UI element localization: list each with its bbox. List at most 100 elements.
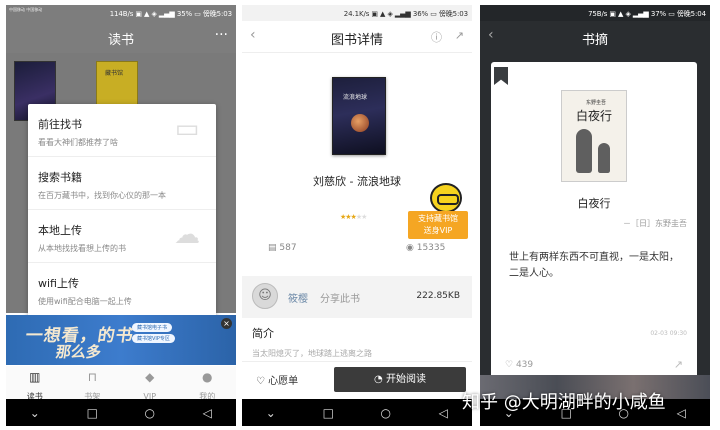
book-author: －［日］东野圭吾 bbox=[623, 219, 687, 228]
menu-item-wifi-upload[interactable]: wifi上传 使用wifi配合电脑一起上传 bbox=[28, 263, 216, 316]
sharer-row[interactable]: ☺ 筱樱 分享此书 222.85KB bbox=[242, 276, 472, 318]
excerpt-quote: 世上有两样东西不可直视，一是太阳，二是人心。 bbox=[509, 252, 679, 279]
system-navigation-bar: ⌄ □ ○ ◁ bbox=[6, 399, 236, 426]
top-bar: ‹ 书摘 bbox=[480, 21, 710, 53]
book-cover: 东野圭吾 白夜行 bbox=[561, 90, 627, 182]
carrier-label: 中国移动 中国移动 bbox=[9, 7, 43, 12]
network-speed: 114B/s bbox=[109, 10, 134, 18]
file-size: 222.85KB bbox=[416, 291, 460, 301]
menu-item-subtitle: 看看大神们都推荐了啥 bbox=[38, 138, 118, 147]
clock: 傍晚5:03 bbox=[438, 10, 468, 18]
start-reading-button[interactable]: ◔ 开始阅读 bbox=[334, 367, 466, 392]
vip-line-1: 支持藏书馆 bbox=[418, 214, 458, 223]
mascot-icon bbox=[430, 183, 462, 213]
vip-line-2: 送身VIP bbox=[423, 226, 453, 235]
wishlist-button[interactable]: ♡ 心愿单 bbox=[256, 372, 298, 387]
promo-tag: 藏书馆电子书 bbox=[132, 323, 173, 332]
read-icon: ◔ bbox=[374, 374, 383, 385]
book-detail-screen: 24.1K/s ▣ ▲ ◈ ▂▄▆ 36% ▭ 傍晚5:03 ‹ 图书详情 ⓘ … bbox=[242, 5, 472, 426]
promo-subheadline: 那么多 bbox=[54, 343, 103, 361]
vip-promo-badge[interactable]: 支持藏书馆 送身VIP bbox=[408, 211, 468, 239]
views-count: ◉ 15335 bbox=[406, 243, 445, 253]
menu-item-local-upload[interactable]: 本地上传 从本地找找看想上传的书 ☁ bbox=[28, 210, 216, 263]
tab-profile[interactable]: ● 我的 bbox=[179, 366, 237, 401]
tab-vip[interactable]: ◆ VIP bbox=[121, 366, 179, 401]
menu-item-subtitle: 从本地找找看想上传的书 bbox=[38, 244, 126, 253]
battery-level: 36% bbox=[412, 10, 429, 18]
heart-icon: ♡ bbox=[505, 360, 514, 370]
intro-heading: 简介 bbox=[252, 327, 274, 340]
views-value: 15335 bbox=[416, 243, 446, 253]
avatar: ☺ bbox=[252, 283, 278, 309]
comment-icon: ▤ bbox=[268, 243, 277, 253]
top-bar: 读书 ··· bbox=[6, 21, 236, 53]
planet-illustration bbox=[351, 114, 369, 132]
network-speed: 75B/s bbox=[588, 10, 608, 18]
back-icon[interactable]: ◁ bbox=[428, 406, 458, 420]
status-bar: 75B/s ▣ ▲ ◈ ▂▄▆ 37% ▭ 傍晚5:04 bbox=[480, 5, 710, 21]
share-icon[interactable]: ↗ bbox=[455, 29, 464, 42]
page-title: 书摘 bbox=[581, 33, 608, 48]
cloud-upload-icon: ☁ bbox=[174, 220, 200, 250]
home-icon[interactable]: ○ bbox=[135, 406, 165, 420]
diamond-icon: ◆ bbox=[145, 370, 155, 384]
bookshelf-icon: ⊓ bbox=[87, 370, 97, 384]
excerpt-card: 东野圭吾 白夜行 白夜行 －［日］东野圭吾 世上有两样东西不可直视，一是太阳，二… bbox=[491, 62, 697, 382]
like-button[interactable]: ♡ 439 bbox=[505, 360, 533, 370]
more-options-icon[interactable]: ··· bbox=[215, 27, 228, 43]
action-bar: ♡ 心愿单 ◔ 开始阅读 bbox=[242, 361, 472, 399]
book-excerpt-screen: 75B/s ▣ ▲ ◈ ▂▄▆ 37% ▭ 傍晚5:04 ‹ 书摘 东野圭吾 白… bbox=[480, 5, 710, 426]
share-action: 分享此书 bbox=[320, 294, 360, 305]
tab-bookshelf[interactable]: ⊓ 书架 bbox=[64, 366, 122, 401]
menu-item-title: wifi上传 bbox=[38, 277, 79, 290]
recent-apps-icon[interactable]: □ bbox=[313, 406, 343, 420]
eye-icon: ◉ bbox=[406, 243, 414, 253]
intro-text: 当太阳熄灭了，地球踏上逃离之路 bbox=[252, 349, 372, 358]
tab-reading[interactable]: ▥ 读书 bbox=[6, 366, 64, 401]
menu-item-title: 本地上传 bbox=[38, 224, 82, 237]
system-navigation-bar: ⌄ □ ○ ◁ bbox=[242, 399, 472, 426]
top-bar: ‹ 图书详情 ⓘ ↗ bbox=[242, 21, 472, 53]
likes-count: 439 bbox=[515, 360, 534, 370]
status-bar: 24.1K/s ▣ ▲ ◈ ▂▄▆ 36% ▭ 傍晚5:03 bbox=[242, 5, 472, 21]
menu-item-subtitle: 在百万藏书中，找到你心仪的那一本 bbox=[38, 191, 166, 200]
info-icon[interactable]: ⓘ bbox=[431, 29, 442, 45]
watermark-text: 知乎 @大明湖畔的小咸鱼 bbox=[462, 392, 666, 413]
clock: 傍晚5:04 bbox=[676, 10, 706, 18]
menu-item-search-books[interactable]: 搜索书籍 在百万藏书中，找到你心仪的那一本 bbox=[28, 157, 216, 210]
status-bar: 中国移动 中国移动 114B/s ▣ ▲ ◈ ▂▄▆ 35% ▭ 傍晚5:03 bbox=[6, 5, 236, 21]
share-icon[interactable]: ↗ bbox=[674, 358, 683, 371]
status-right: 114B/s ▣ ▲ ◈ ▂▄▆ 35% ▭ 傍晚5:03 bbox=[109, 10, 232, 18]
screenshot-collage: 中国移动 中国移动 114B/s ▣ ▲ ◈ ▂▄▆ 35% ▭ 傍晚5:03 … bbox=[0, 0, 720, 430]
back-icon[interactable]: ◁ bbox=[666, 406, 696, 420]
rating-stars: ★★★★★ bbox=[340, 213, 367, 221]
page-title: 读书 bbox=[107, 33, 134, 48]
wishlist-label: 心愿单 bbox=[268, 376, 299, 387]
sharer-name: 筱樱 bbox=[288, 294, 308, 305]
status-right: 24.1K/s ▣ ▲ ◈ ▂▄▆ 36% ▭ 傍晚5:03 bbox=[343, 10, 468, 18]
promo-tag: 藏书馆VIP专区 bbox=[132, 334, 175, 343]
browse-icon: ▭ bbox=[174, 114, 200, 144]
add-book-menu: 前往找书 看看大神们都推荐了啥 ▭ 搜索书籍 在百万藏书中，找到你心仪的那一本 … bbox=[28, 104, 216, 319]
comments-value: 587 bbox=[279, 243, 297, 253]
network-speed: 24.1K/s bbox=[343, 10, 370, 18]
battery-level: 35% bbox=[176, 10, 193, 18]
promo-banner[interactable]: 一想看，的书 那么多 藏书馆电子书 藏书馆VIP专区 × bbox=[6, 315, 236, 365]
comments-count[interactable]: ▤ 587 bbox=[268, 243, 297, 253]
reading-home-screen: 中国移动 中国移动 114B/s ▣ ▲ ◈ ▂▄▆ 35% ▭ 傍晚5:03 … bbox=[6, 5, 236, 426]
recent-apps-icon[interactable]: □ bbox=[77, 406, 107, 420]
figure-illustration bbox=[576, 129, 592, 173]
menu-item-find-books[interactable]: 前往找书 看看大神们都推荐了啥 ▭ bbox=[28, 104, 216, 157]
book-cover: 流浪地球 bbox=[332, 77, 386, 155]
book-icon: ▥ bbox=[29, 370, 41, 384]
close-icon[interactable]: × bbox=[221, 318, 232, 329]
hide-keyboard-icon[interactable]: ⌄ bbox=[256, 406, 286, 420]
menu-item-title: 搜索书籍 bbox=[38, 171, 82, 184]
battery-level: 37% bbox=[650, 10, 667, 18]
home-icon[interactable]: ○ bbox=[371, 406, 401, 420]
profile-icon: ● bbox=[202, 370, 213, 384]
back-icon[interactable]: ◁ bbox=[192, 406, 222, 420]
hide-keyboard-icon[interactable]: ⌄ bbox=[20, 406, 50, 420]
status-right: 75B/s ▣ ▲ ◈ ▂▄▆ 37% ▭ 傍晚5:04 bbox=[588, 10, 706, 18]
clock: 傍晚5:03 bbox=[202, 10, 232, 18]
